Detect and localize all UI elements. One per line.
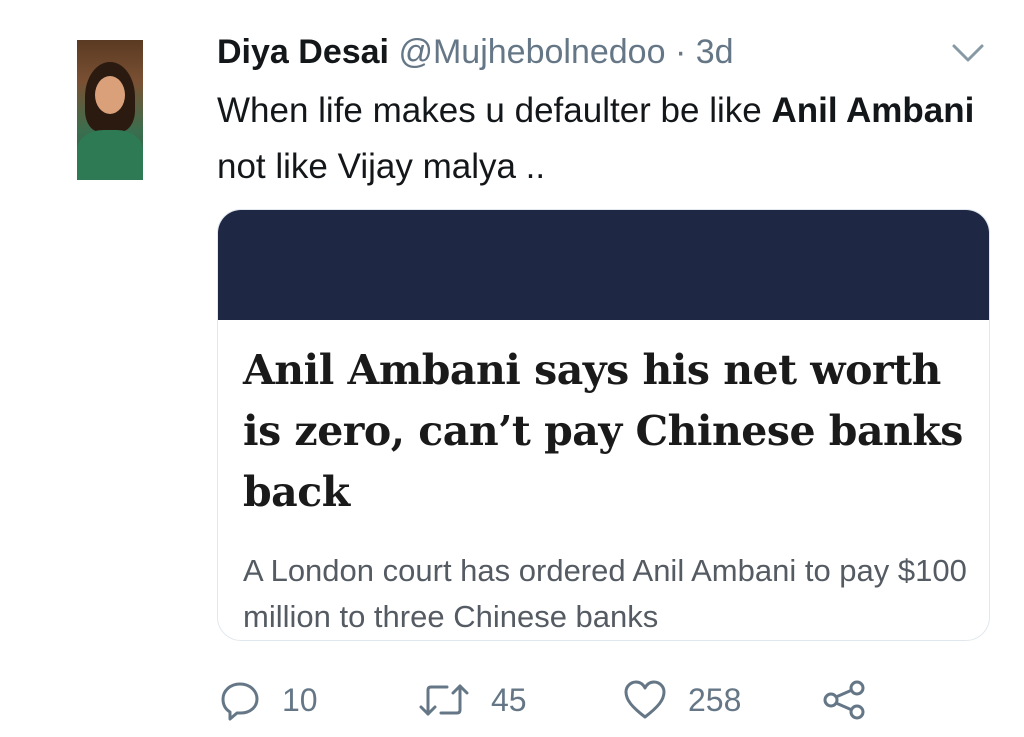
tweet-text-part: not like Vijay malya ..	[217, 147, 546, 186]
tweet-text-part: When life makes u defaulter be like	[217, 91, 772, 130]
tweet-header: Diya Desai @Mujhebolnedoo · 3d	[217, 30, 734, 74]
reply-icon	[218, 678, 262, 722]
reply-count: 10	[282, 681, 318, 718]
reply-button[interactable]: 10	[218, 675, 318, 725]
separator: ·	[674, 33, 687, 71]
avatar[interactable]	[77, 40, 143, 180]
card-image	[218, 210, 989, 320]
retweet-button[interactable]: 45	[417, 675, 527, 725]
user-handle[interactable]: @Mujhebolnedoo	[398, 33, 665, 71]
like-count: 258	[688, 681, 742, 718]
avatar-face	[95, 76, 125, 114]
tweet-text: When life makes u defaulter be like Anil…	[217, 83, 997, 195]
timestamp[interactable]: 3d	[696, 33, 734, 71]
share-icon	[820, 678, 868, 722]
avatar-body	[77, 130, 143, 180]
link-card[interactable]: Anil Ambani says his net worth is zero, …	[217, 209, 990, 641]
retweet-count: 45	[491, 681, 527, 718]
retweet-icon	[417, 678, 471, 722]
heart-icon	[622, 678, 668, 722]
share-button[interactable]	[820, 675, 868, 725]
chevron-down-icon[interactable]	[948, 38, 988, 68]
tweet-text-bold: Anil Ambani	[771, 91, 975, 130]
display-name[interactable]: Diya Desai	[217, 33, 389, 71]
card-title: Anil Ambani says his net worth is zero, …	[243, 346, 963, 516]
card-description: A London court has ordered Anil Ambani t…	[243, 553, 967, 634]
action-bar: 10 45 258	[0, 675, 1024, 725]
like-button[interactable]: 258	[622, 675, 741, 725]
